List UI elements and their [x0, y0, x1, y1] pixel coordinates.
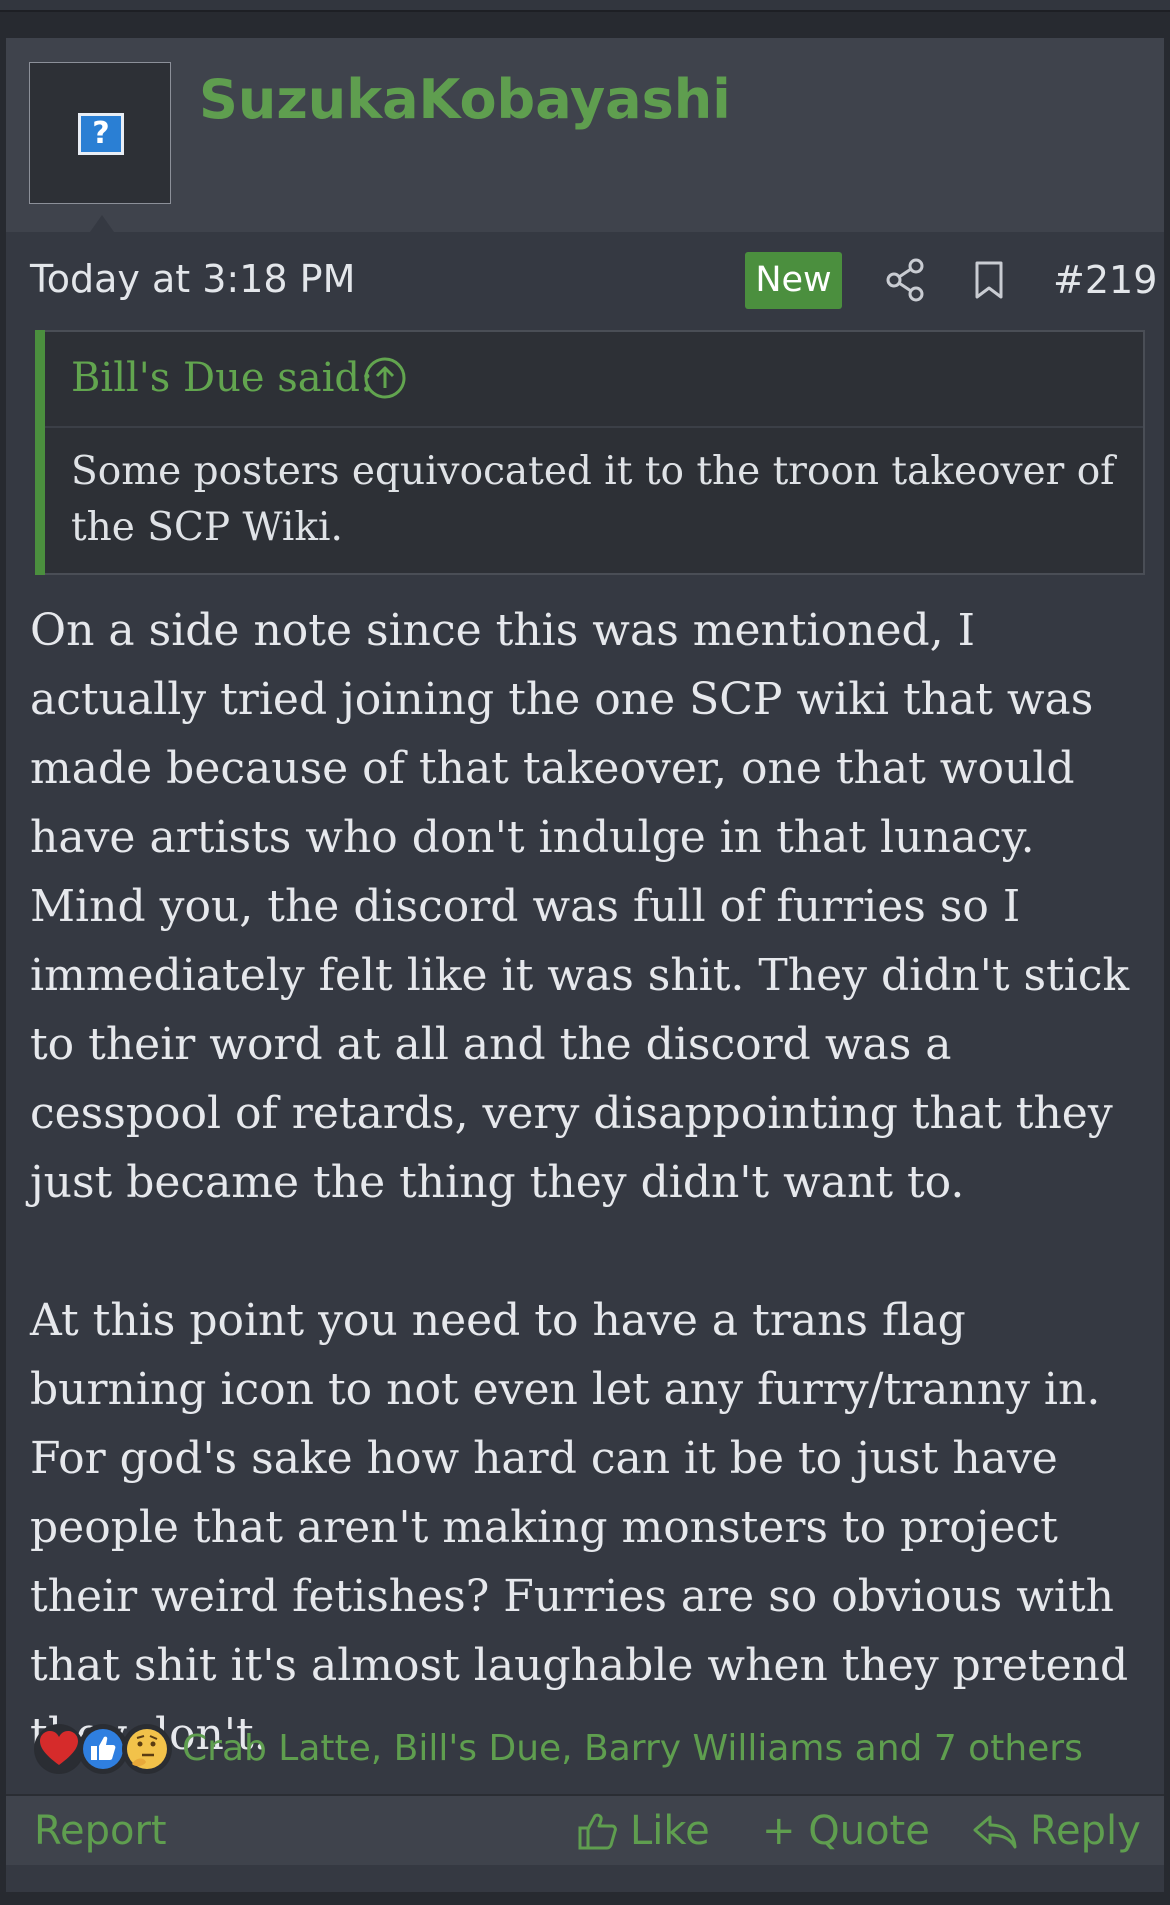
- bookmark-icon[interactable]: [973, 260, 1005, 300]
- thumbs-up-outline-icon: [578, 1813, 617, 1850]
- post-header: ? SuzukaKobayashi: [6, 38, 1164, 232]
- post-timestamp[interactable]: Today at 3:18 PM: [30, 254, 355, 304]
- post-number[interactable]: #219: [1053, 255, 1157, 305]
- unknown-avatar-icon: ?: [78, 113, 124, 155]
- quote-header: Bill's Due said:: [45, 332, 1143, 426]
- post-message: On a side note since this was mentioned,…: [30, 596, 1154, 1769]
- new-badge: New: [745, 252, 842, 309]
- forum-post: ? SuzukaKobayashi Today at 3:18 PM New #…: [6, 38, 1164, 1905]
- reply-label: Reply: [1030, 1808, 1141, 1854]
- quote-divider: [45, 426, 1143, 428]
- message-paragraph-2: At this point you need to have a trans f…: [30, 1295, 1129, 1760]
- share-icon[interactable]: [884, 258, 926, 302]
- reply-arrow-icon: [973, 1815, 1017, 1849]
- thumbs-up-icon: [78, 1724, 128, 1774]
- page-bottom-edge: [0, 1892, 1170, 1905]
- thinking-face-icon: [122, 1724, 172, 1774]
- previous-post-edge: [0, 0, 1170, 12]
- quote-block: Bill's Due said: Some posters equivocate…: [35, 330, 1145, 575]
- report-button[interactable]: Report: [34, 1804, 167, 1858]
- quote-button[interactable]: + Quote: [762, 1804, 930, 1858]
- username[interactable]: SuzukaKobayashi: [199, 62, 731, 138]
- post-actions-bar: Report Like + Quote Reply: [6, 1796, 1164, 1865]
- quote-accent-bar: [35, 330, 45, 575]
- avatar-pointer: [90, 215, 114, 232]
- like-label: Like: [630, 1808, 710, 1854]
- reaction-summary[interactable]: Crab Latte, Bill's Due, Barry Williams a…: [182, 1724, 1083, 1774]
- reactions-bar[interactable]: Crab Latte, Bill's Due, Barry Williams a…: [30, 1722, 1130, 1782]
- message-paragraph-1: On a side note since this was mentioned,…: [30, 605, 1130, 1208]
- arrow-up-circle-icon[interactable]: [363, 356, 407, 400]
- avatar[interactable]: ?: [29, 62, 171, 204]
- quote-author[interactable]: Bill's Due said:: [71, 352, 373, 404]
- quote-text: Some posters equivocated it to the troon…: [71, 449, 1115, 550]
- heart-icon: [34, 1724, 84, 1774]
